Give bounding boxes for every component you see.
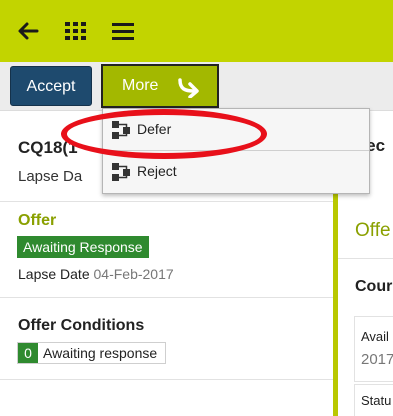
offer-label: Offer — [18, 212, 57, 229]
more-button-label: More — [122, 77, 159, 94]
status-badge: Awaiting Response — [17, 236, 149, 258]
menu-item-label: Defer — [137, 121, 172, 137]
action-bar: Accept More — [0, 62, 393, 111]
workflow-icon — [112, 121, 130, 139]
lapse-date-value: 04-Feb-2017 — [93, 266, 174, 282]
more-dropdown-menu: Defer Reject — [102, 108, 370, 194]
grid-icon[interactable] — [64, 20, 88, 42]
conditions-badge: 0 Awaiting response — [17, 342, 167, 364]
avail-value-partial: 2017 — [361, 351, 393, 368]
forward-arrow-icon — [178, 78, 199, 98]
lapse-date-line: Lapse Date 04-Feb-2017 — [18, 266, 174, 282]
right-offer-partial: Offe — [355, 220, 391, 241]
offer-section[interactable]: Offer Awaiting Response Lapse Date 04-Fe… — [0, 202, 333, 298]
lapse-date-label: Lapse Date — [18, 266, 90, 282]
top-bar — [0, 0, 393, 62]
avail-box: Avail 2017 — [354, 316, 393, 382]
right-divider — [338, 258, 393, 259]
more-button[interactable]: More — [101, 64, 219, 108]
status-label-partial: Statu — [361, 393, 392, 408]
status-box: Statu — [354, 384, 393, 416]
offer-conditions-section[interactable]: Offer Conditions 0 Awaiting response — [0, 298, 333, 380]
hamburger-icon[interactable] — [111, 20, 135, 42]
record-title: CQ18(1 — [18, 138, 78, 157]
menu-item-reject[interactable]: Reject — [103, 151, 369, 193]
menu-item-defer[interactable]: Defer — [103, 109, 369, 151]
record-lapse-partial: Lapse Da — [18, 168, 83, 185]
workflow-icon — [112, 163, 130, 181]
accept-button[interactable]: Accept — [10, 66, 92, 106]
avail-label-partial: Avail — [361, 329, 389, 344]
conditions-status: Awaiting response — [43, 345, 158, 361]
menu-item-label: Reject — [137, 163, 177, 179]
right-course-partial: Cour — [355, 278, 393, 295]
conditions-count: 0 — [18, 343, 38, 363]
arrow-left-icon[interactable] — [17, 20, 39, 42]
offer-conditions-title: Offer Conditions — [18, 317, 145, 334]
